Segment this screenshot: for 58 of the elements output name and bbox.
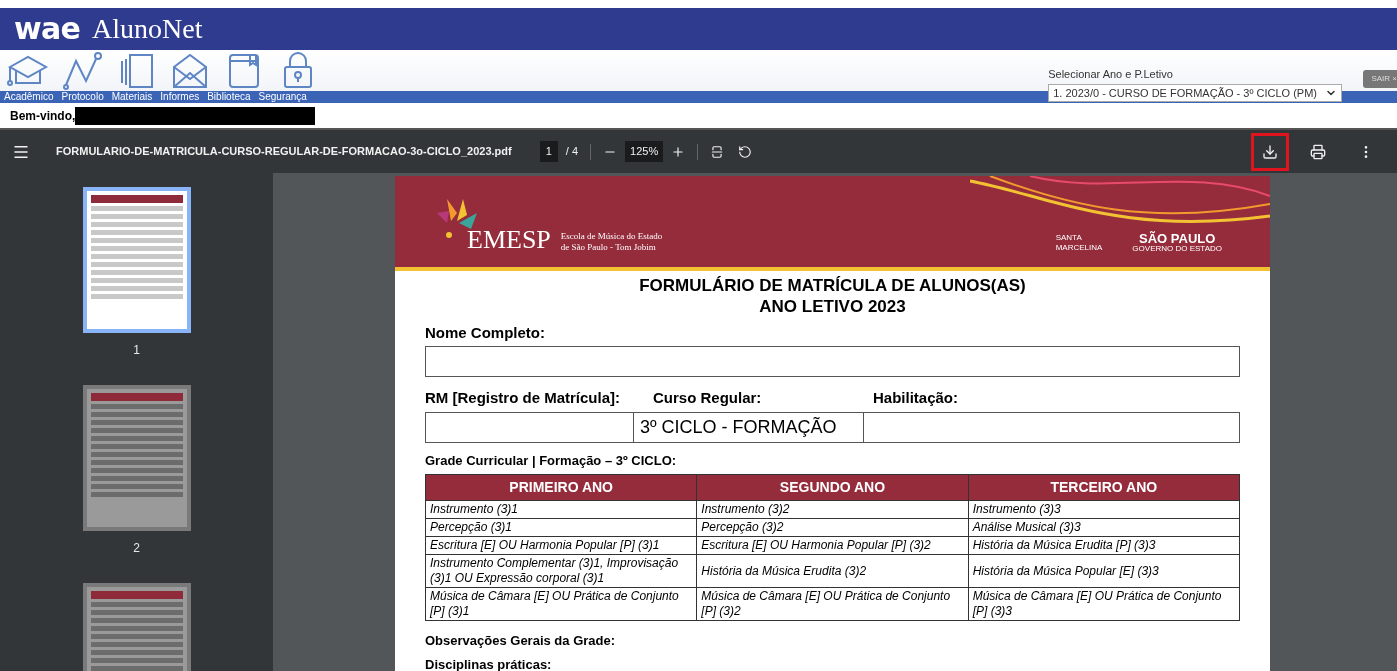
period-select[interactable]: 1. 2023/0 - CURSO DE FORMAÇÃO - 3º CICLO (PM) [1048,84,1342,102]
rotate-icon[interactable] [738,144,753,159]
section-title: Observações Gerais da Grade: [425,632,617,650]
logout-button[interactable]: SAIR × [1363,70,1397,88]
zoom-input[interactable]: 125% [625,141,664,162]
table-cell: História da Música Erudita [P] (3)3 [968,536,1240,555]
school-name: Escola de Música do Estado de São Paulo - Tom Jobim [560,230,663,253]
table-cell: Música de Câmara [E] OU Prática de Conjunto [P] (3)1 [425,587,697,621]
brand-logo: wae [14,14,81,44]
download-icon [1262,143,1278,160]
column-header: PRIMEIRO ANO [425,474,697,501]
page-thumbnail[interactable] [82,385,191,531]
state-logo-text: SÃO PAULO GOVERNO DO ESTADO [1132,232,1222,253]
file-name: FORMULARIO-DE-MATRICULA-CURSO-REGULAR-DE-FORMACAO-3o-CICLO_2023.pdf [56,144,512,160]
page-total: / 4 [565,144,579,160]
print-icon [1310,143,1326,160]
table-cell: Percepção (3)1 [425,518,697,537]
table-cell: Instrumento (3)1 [425,500,697,519]
column-header: TERCEIRO ANO [968,474,1240,501]
nav-link[interactable]: Acadêmico [4,92,54,102]
section-title: Grade Curricular | Formação – 3º CICLO: [425,451,678,470]
app-title: AlunoNet [92,15,203,43]
line-graph-icon [60,51,104,91]
name-field[interactable] [425,346,1240,377]
nav-link[interactable]: Materiais [111,92,153,102]
section-title: Disciplinas práticas: [425,655,553,671]
field-label: Nome Completo: [425,322,546,343]
column-header: SEGUNDO ANO [696,474,969,501]
table-cell: Música de Câmara [E] OU Prática de Conjunto [P] (3)3 [968,587,1240,621]
nav-link[interactable]: Protocolo [61,92,104,102]
table-cell: Escritura [E] OU Harmonia Popular [P] (3)1 [425,536,697,555]
zoom-in-icon[interactable] [671,144,686,159]
table-cell: Instrumento (3)3 [968,500,1240,519]
nav-link[interactable]: Segurança [258,92,307,102]
download-button[interactable] [1251,132,1289,171]
partner-logo-text: SANTA MARCELINA [1055,233,1103,253]
field-label: RM [Registro de Matrícula]: [425,388,621,408]
table-cell: História da Música Erudita (3)2 [696,554,969,588]
table-cell: História da Música Popular [E] (3)3 [968,554,1240,588]
page-thumbnail[interactable] [82,187,191,333]
fit-page-icon[interactable] [710,144,725,159]
field-label: Curso Regular: [653,388,763,408]
select-label: Selecionar Ano e P.Letivo [1048,66,1173,82]
page-number: 2 [133,540,140,557]
table-cell: Percepção (3)2 [696,518,969,537]
table-cell: Música de Câmara [E] OU Prática de Conjunto [P] (3)2 [696,587,969,621]
emesp-logo-text: EMESP [467,227,551,253]
form-title: FORMULÁRIO DE MATRÍCULA DE ALUNOS(AS) ANO LETIVO 2023 [638,275,1027,318]
welcome-text: Bem-vindo, [10,107,76,125]
table-cell: Instrumento (3)2 [696,500,969,519]
table-cell: Análise Musical (3)3 [968,518,1240,537]
nav-link[interactable]: Biblioteca [207,92,251,102]
page-input[interactable]: 1 [539,141,558,162]
table-cell: Instrumento Complementar (3)1, Improvisação (3)1 OU Expressão corporal (3)1 [425,554,697,588]
nav-link[interactable]: Informes [160,92,200,102]
table-cell: Escritura [E] OU Harmonia Popular [P] (3)2 [696,536,969,555]
field-label: Habilitação: [873,388,959,408]
page-number: 1 [133,342,140,359]
